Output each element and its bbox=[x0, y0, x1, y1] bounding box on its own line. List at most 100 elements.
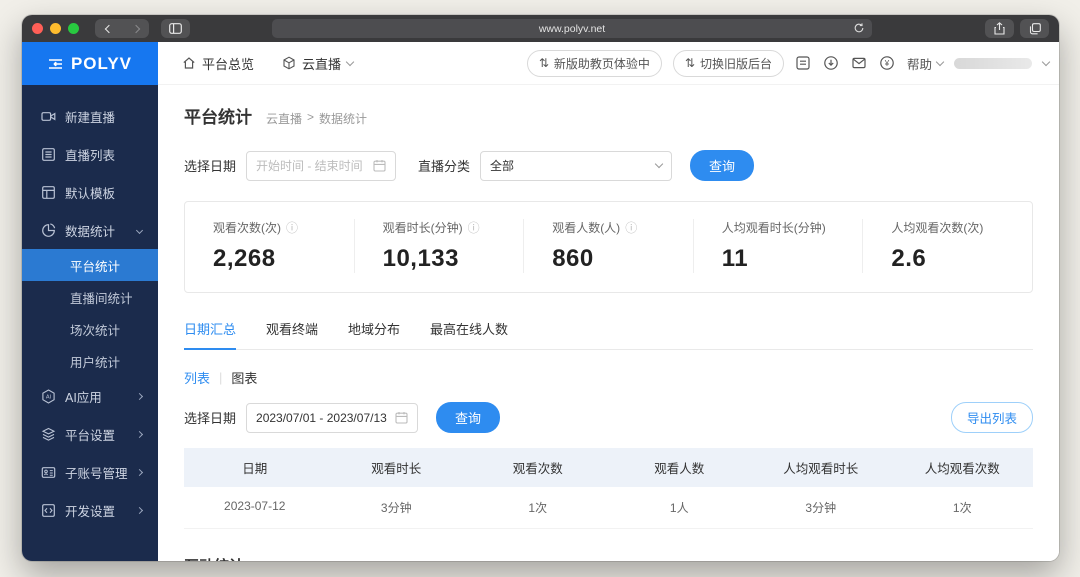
back-button[interactable] bbox=[95, 19, 122, 38]
table-header: 人均观看次数 bbox=[924, 462, 1000, 476]
swap-icon: ⇅ bbox=[684, 56, 695, 70]
table-header: 观看时长 bbox=[371, 462, 422, 476]
home-icon bbox=[182, 56, 196, 70]
pill-label: 新版助教页体验中 bbox=[553, 56, 650, 71]
table-cell-avg-duration: 3分钟 bbox=[750, 487, 892, 529]
billing-icon[interactable]: ¥ bbox=[879, 55, 896, 72]
minimize-window-button[interactable] bbox=[50, 23, 61, 34]
view-chart-link[interactable]: 图表 bbox=[231, 368, 257, 387]
sidebar-item-live-list[interactable]: 直播列表 bbox=[22, 135, 158, 173]
zoom-window-button[interactable] bbox=[68, 23, 79, 34]
forward-button[interactable] bbox=[122, 19, 149, 38]
switch-old-backend-button[interactable]: ⇅ 切换旧版后台 bbox=[672, 49, 784, 77]
table-cell-date: 2023-07-12 bbox=[184, 487, 326, 529]
category-select[interactable]: 全部 bbox=[480, 150, 673, 181]
traffic-lights bbox=[32, 23, 79, 34]
orders-icon[interactable] bbox=[795, 55, 812, 72]
sidebar-item-label: 默认模板 bbox=[65, 186, 116, 201]
share-button[interactable] bbox=[985, 19, 1014, 38]
date-placeholder: 开始时间 - 结束时间 bbox=[256, 159, 363, 173]
address-bar[interactable]: www.polyv.net bbox=[272, 19, 872, 38]
info-icon[interactable]: ⓘ bbox=[468, 219, 480, 236]
table-header: 观看次数 bbox=[512, 462, 563, 476]
export-list-button[interactable]: 导出列表 bbox=[950, 402, 1033, 433]
close-window-button[interactable] bbox=[32, 23, 43, 34]
svg-text:AI: AI bbox=[46, 394, 52, 400]
date-range-input[interactable]: 开始时间 - 结束时间 bbox=[246, 150, 397, 181]
sidebar-item-ai-apps[interactable]: AI AI应用 bbox=[22, 377, 158, 415]
table-header: 观看人数 bbox=[654, 462, 705, 476]
page-title: 平台统计 bbox=[184, 108, 252, 127]
id-card-icon bbox=[41, 465, 56, 480]
table-header-row: 日期 观看时长 观看次数 观看人数 人均观看时长 人均观看次数 bbox=[184, 448, 1033, 487]
menu-collapse-icon[interactable] bbox=[48, 58, 63, 70]
nav-cloud-live[interactable]: 云直播 bbox=[282, 54, 355, 73]
stat-card-avg-duration: 人均观看时长(分钟) 11 bbox=[692, 219, 863, 273]
stat-value: 10,133 bbox=[382, 245, 459, 272]
sidebar-subitem-room-stats[interactable]: 直播间统计 bbox=[22, 281, 158, 313]
help-menu[interactable]: 帮助 bbox=[906, 54, 945, 73]
interaction-stats-title: 互动统计 bbox=[184, 555, 1033, 561]
chevron-right-icon bbox=[135, 506, 144, 514]
tab-overview-button[interactable] bbox=[1020, 19, 1049, 38]
breadcrumb-item[interactable]: 云直播 bbox=[266, 110, 302, 127]
sidebar-item-dev-settings[interactable]: 开发设置 bbox=[22, 491, 158, 529]
reload-icon[interactable] bbox=[853, 22, 865, 34]
stat-card-avg-views: 人均观看次数(次) 2.6 bbox=[862, 219, 1032, 273]
url-text: www.polyv.net bbox=[538, 22, 606, 35]
query-button[interactable]: 查询 bbox=[436, 402, 501, 433]
sidebar-item-platform-settings[interactable]: 平台设置 bbox=[22, 415, 158, 453]
download-icon[interactable] bbox=[823, 55, 840, 72]
nav-platform-overview[interactable]: 平台总览 bbox=[182, 54, 254, 73]
sidebar-toggle-button[interactable] bbox=[161, 19, 190, 38]
chevron-down-icon bbox=[935, 57, 945, 66]
sidebar-item-label: 平台设置 bbox=[65, 428, 116, 443]
query-button[interactable]: 查询 bbox=[690, 150, 755, 181]
tab-devices[interactable]: 观看终端 bbox=[266, 319, 318, 349]
table-header: 人均观看时长 bbox=[783, 462, 859, 476]
sidebar-item-subaccount[interactable]: 子账号管理 bbox=[22, 453, 158, 491]
info-icon[interactable]: ⓘ bbox=[286, 219, 298, 236]
new-version-toggle-button[interactable]: ⇅ 新版助教页体验中 bbox=[526, 49, 662, 77]
date-range-input-filled[interactable]: 2023/07/01 - 2023/07/13 bbox=[246, 402, 419, 433]
browser-chrome: www.polyv.net bbox=[22, 15, 1059, 42]
sidebar-item-label: 开发设置 bbox=[65, 504, 116, 519]
sidebar-item-label: 新建直播 bbox=[65, 110, 116, 125]
mail-icon[interactable] bbox=[851, 55, 868, 72]
sidebar-item-default-template[interactable]: 默认模板 bbox=[22, 173, 158, 211]
info-icon[interactable]: ⓘ bbox=[625, 219, 637, 236]
content-area: 平台统计 云直播 > 数据统计 选择日期 开始时间 - 结束时间 直播分类 全部… bbox=[158, 85, 1059, 561]
ai-icon: AI bbox=[41, 388, 56, 404]
pill-label: 切换旧版后台 bbox=[699, 56, 772, 71]
sidebar-subitem-label: 直播间统计 bbox=[70, 291, 133, 306]
logo-block[interactable]: POLYV bbox=[22, 42, 158, 85]
stat-label: 人均观看时长(分钟) bbox=[721, 221, 826, 235]
nav-label: 平台总览 bbox=[202, 56, 255, 72]
stats-tabs: 日期汇总 观看终端 地域分布 最高在线人数 bbox=[184, 319, 1033, 350]
view-list-link[interactable]: 列表 bbox=[184, 368, 210, 387]
sidebar-item-new-live[interactable]: 新建直播 bbox=[22, 97, 158, 135]
tab-date-summary[interactable]: 日期汇总 bbox=[184, 319, 237, 350]
chevron-down-icon bbox=[135, 226, 144, 234]
stats-panel: 观看次数(次) ⓘ 2,268 观看时长(分钟) ⓘ 10,133 观看人数(人) ⓘ… bbox=[184, 201, 1033, 293]
history-nav bbox=[95, 19, 149, 38]
pie-chart-icon bbox=[41, 222, 56, 238]
help-label: 帮助 bbox=[906, 57, 932, 72]
sidebar-subitem-platform-stats[interactable]: 平台统计 bbox=[22, 249, 158, 281]
tab-regions[interactable]: 地域分布 bbox=[348, 319, 400, 349]
chevron-right-icon bbox=[135, 468, 144, 476]
sidebar-subitem-user-stats[interactable]: 用户统计 bbox=[22, 345, 158, 377]
sidebar-subitem-session-stats[interactable]: 场次统计 bbox=[22, 313, 158, 345]
template-icon bbox=[41, 185, 56, 200]
chevron-down-icon[interactable] bbox=[1041, 57, 1051, 66]
date-filter-label: 选择日期 bbox=[184, 159, 237, 174]
table-cell-viewers: 1人 bbox=[608, 487, 750, 529]
svg-text:¥: ¥ bbox=[884, 59, 890, 68]
sidebar-item-data-stats[interactable]: 数据统计 bbox=[22, 211, 158, 249]
table-cell-duration: 3分钟 bbox=[325, 487, 467, 529]
account-name-redacted[interactable] bbox=[954, 57, 1032, 69]
tab-max-online[interactable]: 最高在线人数 bbox=[430, 319, 508, 349]
stat-value: 2,268 bbox=[213, 245, 276, 272]
stat-label: 观看次数(次) bbox=[213, 221, 281, 235]
polyv-logo: POLYV bbox=[70, 53, 133, 73]
